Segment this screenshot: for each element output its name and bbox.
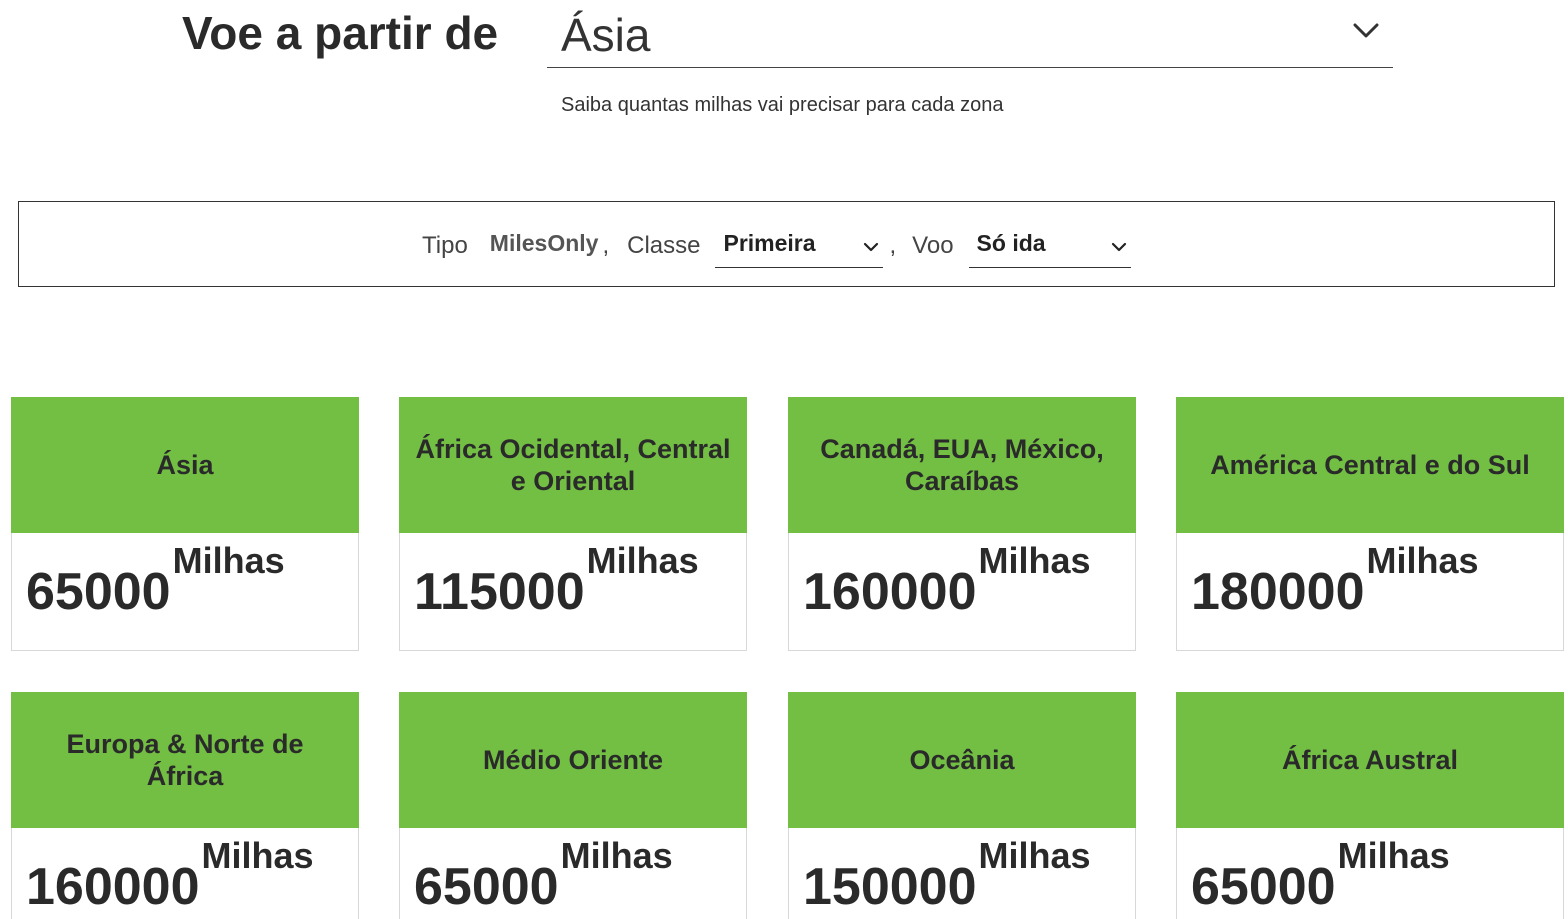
zone-name: Europa & Norte de África — [66, 729, 304, 791]
miles-value: 180000 — [1191, 563, 1365, 621]
zone-card-body: 115000Milhas — [414, 540, 699, 622]
miles-value: 160000 — [26, 858, 200, 916]
origin-region-value: Ásia — [561, 9, 651, 61]
zone-card[interactable]: Canadá, EUA, México, Caraíbas 160000Milh… — [788, 397, 1136, 651]
classe-label: Classe — [627, 232, 701, 259]
zone-card-header: Canadá, EUA, México, Caraíbas — [788, 397, 1136, 533]
origin-region-select[interactable]: Ásia — [547, 0, 1393, 68]
zone-card-header: Médio Oriente — [399, 692, 747, 828]
zone-card[interactable]: América Central e do Sul 180000Milhas — [1176, 397, 1564, 651]
zone-card-body: 65000Milhas — [26, 540, 285, 622]
page: Voe a partir de Ásia Saiba quantas milha… — [0, 0, 1568, 919]
zone-name: África Austral — [1281, 745, 1459, 775]
miles-unit: Milhas — [201, 835, 314, 876]
separator: , — [602, 232, 610, 259]
miles-unit: Milhas — [586, 540, 699, 581]
zone-card-body: 65000Milhas — [1191, 835, 1450, 917]
tipo-label: Tipo — [422, 232, 468, 259]
zone-card-header: África Ocidental, Central e Oriental — [399, 397, 747, 533]
zone-name: Ásia — [156, 450, 214, 480]
zone-card-body: 160000Milhas — [803, 540, 1091, 622]
miles-unit: Milhas — [1366, 540, 1479, 581]
zone-card-header: Europa & Norte de África — [11, 692, 359, 828]
zone-card-body: 65000Milhas — [414, 835, 673, 917]
miles-unit: Milhas — [1337, 835, 1450, 876]
zone-card-header: América Central e do Sul — [1176, 397, 1564, 533]
separator: , — [889, 232, 897, 259]
voo-label: Voo — [912, 232, 954, 259]
miles-value: 115000 — [414, 563, 585, 621]
zone-card[interactable]: África Austral 65000Milhas — [1176, 692, 1564, 919]
zone-card[interactable]: Europa & Norte de África 160000Milhas — [11, 692, 359, 919]
zone-card[interactable]: Médio Oriente 65000Milhas — [399, 692, 747, 919]
tipo-value: MilesOnly — [489, 230, 599, 256]
chevron-down-icon — [863, 239, 879, 255]
subtitle: Saiba quantas milhas vai precisar para c… — [561, 94, 1004, 116]
miles-unit: Milhas — [172, 540, 285, 581]
chevron-down-icon — [1353, 18, 1379, 44]
zone-card-header: Oceânia — [788, 692, 1136, 828]
filter-bar: Tipo MilesOnly , Classe Primeira , Voo S… — [18, 201, 1555, 287]
miles-value: 65000 — [26, 563, 171, 621]
miles-unit: Milhas — [978, 540, 1091, 581]
classe-select[interactable]: Primeira — [715, 224, 884, 268]
miles-value: 65000 — [414, 858, 559, 916]
miles-unit: Milhas — [978, 835, 1091, 876]
zone-card-header: Ásia — [11, 397, 359, 533]
voo-value: Só ida — [976, 230, 1046, 256]
zone-card[interactable]: Oceânia 150000Milhas — [788, 692, 1136, 919]
zone-card[interactable]: Ásia 65000Milhas — [11, 397, 359, 651]
classe-value: Primeira — [723, 230, 816, 256]
zone-name: África Ocidental, Central e Oriental — [415, 434, 731, 496]
zone-card[interactable]: África Ocidental, Central e Oriental 115… — [399, 397, 747, 651]
zone-name: Canadá, EUA, México, Caraíbas — [820, 434, 1104, 496]
zone-card-body: 180000Milhas — [1191, 540, 1479, 622]
zone-card-body: 160000Milhas — [26, 835, 314, 917]
miles-value: 150000 — [803, 858, 977, 916]
zone-name: Oceânia — [909, 745, 1015, 775]
filter-row: Tipo MilesOnly , Classe Primeira , Voo S… — [422, 224, 1131, 268]
miles-unit: Milhas — [560, 835, 673, 876]
page-title: Voe a partir de — [182, 7, 499, 59]
miles-value: 160000 — [803, 563, 977, 621]
zone-card-header: África Austral — [1176, 692, 1564, 828]
hero: Voe a partir de Ásia — [182, 0, 1402, 80]
zone-name: América Central e do Sul — [1210, 450, 1530, 480]
voo-select[interactable]: Só ida — [968, 224, 1131, 268]
zone-name: Médio Oriente — [482, 745, 664, 775]
chevron-down-icon — [1111, 239, 1127, 255]
zone-card-body: 150000Milhas — [803, 835, 1091, 917]
miles-value: 65000 — [1191, 858, 1336, 916]
